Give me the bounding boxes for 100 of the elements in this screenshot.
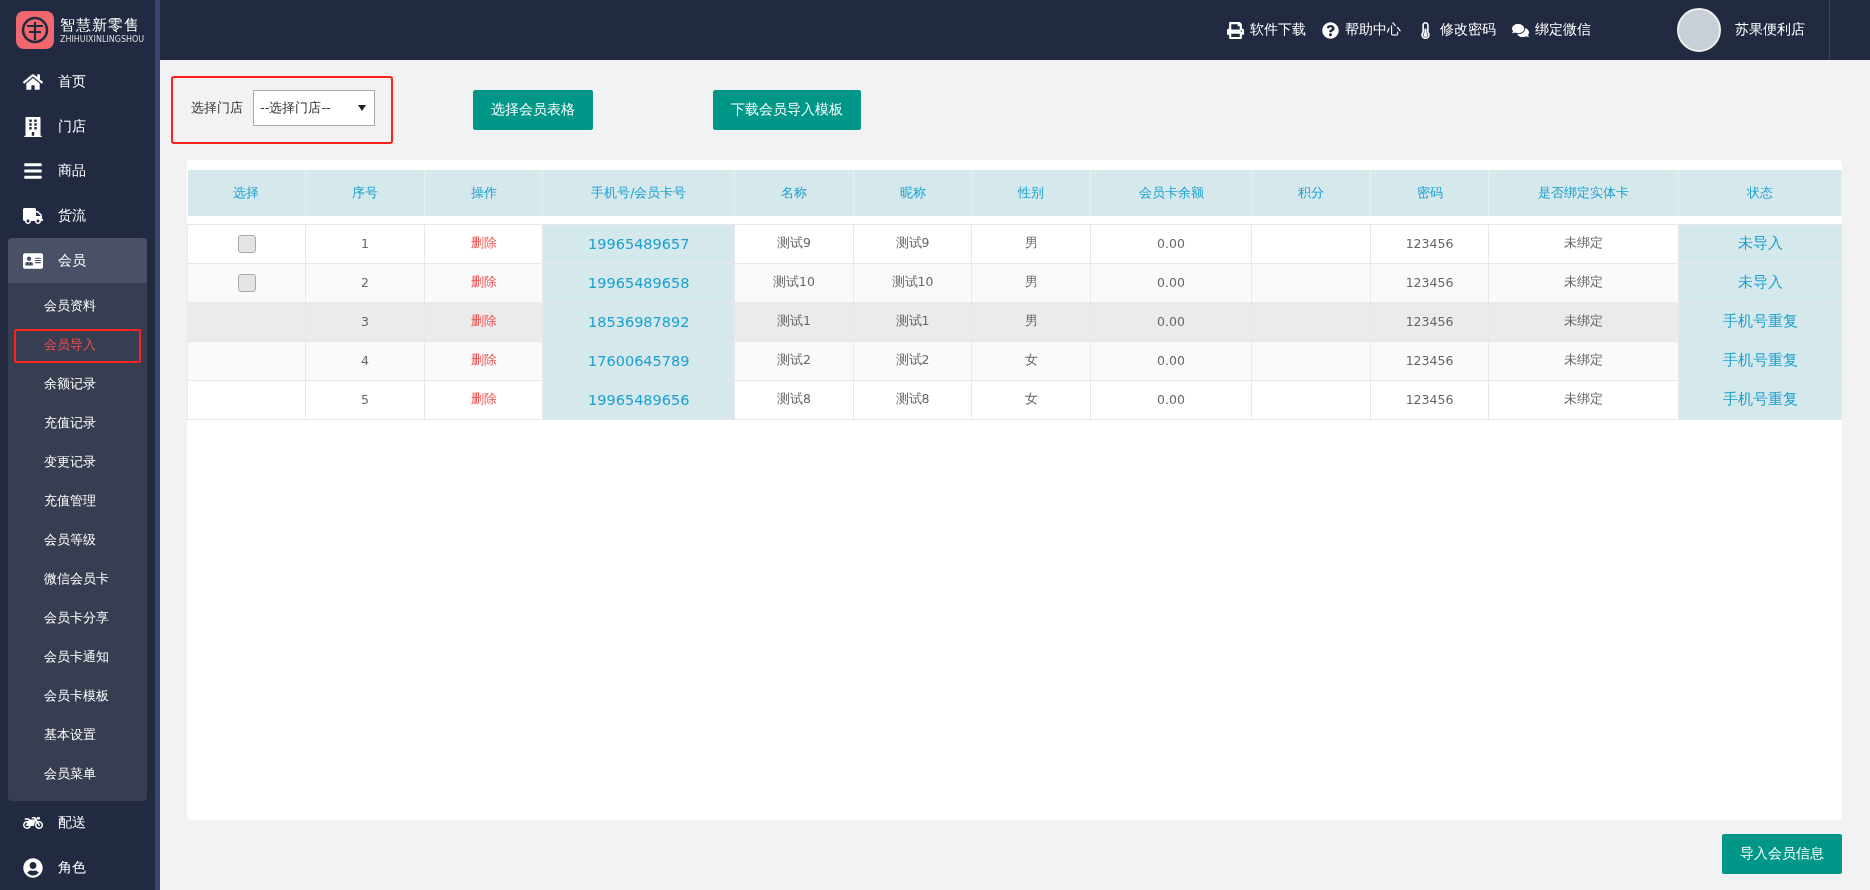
- top-link[interactable]: 软件下载: [1227, 21, 1306, 39]
- column-header: 序号: [305, 170, 425, 216]
- sidebar-item-label: 货流: [58, 207, 86, 225]
- status-text: 手机号重复: [1722, 391, 1798, 407]
- submenu-item[interactable]: 微信会员卡: [14, 562, 141, 597]
- sidebar-item[interactable]: 角色: [8, 845, 147, 890]
- table-cell: 4: [360, 353, 369, 368]
- sidebar-item[interactable]: 配送: [8, 800, 147, 846]
- toolbar-button[interactable]: 下载会员导入模板: [713, 90, 861, 130]
- logo-icon: [16, 11, 54, 49]
- submenu-item[interactable]: 充值记录: [14, 406, 141, 441]
- caret-icon: [358, 105, 366, 111]
- delete-link[interactable]: 删除: [470, 235, 497, 250]
- top-link-label: 帮助中心: [1345, 21, 1401, 39]
- delete-link[interactable]: 删除: [470, 352, 497, 367]
- table-cell: 未绑定: [1564, 313, 1604, 328]
- column-header: 名称: [734, 170, 854, 216]
- avatar[interactable]: [1677, 8, 1721, 52]
- top-link[interactable]: 帮助中心: [1322, 21, 1401, 39]
- submenu-item[interactable]: 会员资料: [14, 289, 141, 324]
- table-cell: 2: [360, 275, 369, 290]
- submenu-item[interactable]: 会员卡模板: [14, 679, 141, 714]
- submenu-item[interactable]: 会员菜单: [14, 757, 141, 792]
- id-card-icon: [22, 250, 44, 271]
- table-cell: 测试1: [895, 313, 930, 328]
- status-text: 手机号重复: [1722, 313, 1798, 329]
- table-cell: 19965489658: [588, 274, 690, 291]
- table-cell: 测试9: [776, 235, 811, 250]
- sidebar-item[interactable]: 会员: [8, 238, 147, 283]
- submenu-item[interactable]: 会员卡通知: [14, 640, 141, 675]
- column-header: 手机号/会员卡号: [542, 170, 735, 216]
- table-cell: 测试8: [895, 391, 930, 406]
- table-cell: 17600645789: [588, 352, 690, 369]
- import-button[interactable]: 导入会员信息: [1722, 834, 1842, 874]
- sidebar-item-label: 配送: [58, 814, 86, 833]
- table-cell: 男: [1024, 313, 1038, 328]
- select-value: --选择门店--: [260, 99, 331, 117]
- sidebar-item[interactable]: 货流: [8, 193, 147, 239]
- submenu-item[interactable]: 基本设置: [14, 718, 141, 753]
- top-link-label: 绑定微信: [1535, 21, 1591, 39]
- table-cell: 123456: [1405, 314, 1454, 329]
- table-cell: 测试10: [891, 274, 934, 289]
- column-header: 是否绑定实体卡: [1488, 170, 1679, 216]
- table-cell: 未绑定: [1564, 391, 1604, 406]
- table-cell: 男: [1024, 274, 1038, 289]
- submenu-item[interactable]: 变更记录: [14, 445, 141, 480]
- table-cell: 测试1: [776, 313, 811, 328]
- table-cell: 3: [360, 314, 369, 329]
- table-cell: 未绑定: [1564, 274, 1604, 289]
- table-cell: 0.00: [1157, 392, 1185, 407]
- table-cell: 女: [1024, 352, 1038, 367]
- table-cell: 0.00: [1157, 236, 1185, 251]
- store-label: 选择门店: [191, 99, 243, 117]
- sidebar-item-label: 角色: [58, 858, 86, 877]
- sidebar-item-label: 门店: [58, 117, 86, 136]
- top-link-label: 软件下载: [1250, 21, 1306, 39]
- table-cell: 女: [1024, 391, 1038, 406]
- user-name[interactable]: 苏果便利店: [1735, 21, 1805, 39]
- sidebar-item-label: 首页: [58, 73, 86, 92]
- store-select[interactable]: --选择门店--: [253, 90, 375, 126]
- chat-icon: [1512, 21, 1529, 39]
- top-link-label: 修改密码: [1440, 21, 1496, 39]
- table-cell: 123456: [1405, 236, 1454, 251]
- toolbar-button[interactable]: 选择会员表格: [473, 90, 593, 130]
- status-text: 手机号重复: [1722, 352, 1798, 368]
- table-cell: 0.00: [1157, 314, 1185, 329]
- submenu-item[interactable]: 会员等级: [14, 523, 141, 558]
- table-cell: 男: [1024, 235, 1038, 250]
- logo-subtitle: ZHIHUIXINLINGSHOU: [60, 35, 145, 44]
- sidebar-item[interactable]: 首页: [8, 60, 147, 105]
- table-cell: 测试2: [776, 352, 811, 367]
- column-header: 操作: [424, 170, 543, 216]
- delete-link[interactable]: 删除: [470, 274, 497, 289]
- help-icon: [1322, 21, 1339, 39]
- table-cell: 5: [360, 392, 369, 407]
- column-header: 昵称: [853, 170, 972, 216]
- delete-link[interactable]: 删除: [470, 391, 497, 406]
- column-header: 会员卡余额: [1090, 170, 1252, 216]
- status-text: 未导入: [1737, 274, 1783, 290]
- sidebar-item[interactable]: 商品: [8, 149, 147, 194]
- table-cell: 1: [360, 236, 369, 251]
- submenu-item[interactable]: 充值管理: [14, 484, 141, 519]
- building-icon: [22, 116, 44, 137]
- submenu-item[interactable]: 会员卡分享: [14, 601, 141, 636]
- truck-icon: [22, 206, 44, 226]
- checkbox[interactable]: [237, 234, 256, 253]
- column-header: 性别: [971, 170, 1091, 216]
- table-cell: 测试9: [895, 235, 930, 250]
- table-cell: 测试2: [895, 352, 930, 367]
- status-text: 未导入: [1737, 235, 1783, 251]
- top-link[interactable]: 绑定微信: [1512, 21, 1591, 39]
- sidebar-item-label: 商品: [58, 162, 86, 181]
- submenu-item[interactable]: 余额记录: [14, 367, 141, 402]
- top-link[interactable]: 修改密码: [1417, 21, 1496, 39]
- checkbox[interactable]: [237, 273, 256, 292]
- table-cell: 18536987892: [588, 313, 690, 330]
- table-cell: 0.00: [1157, 353, 1185, 368]
- menu-icon: [22, 161, 44, 182]
- column-header: 选择: [187, 170, 306, 216]
- sidebar-item[interactable]: 门店: [8, 104, 147, 150]
